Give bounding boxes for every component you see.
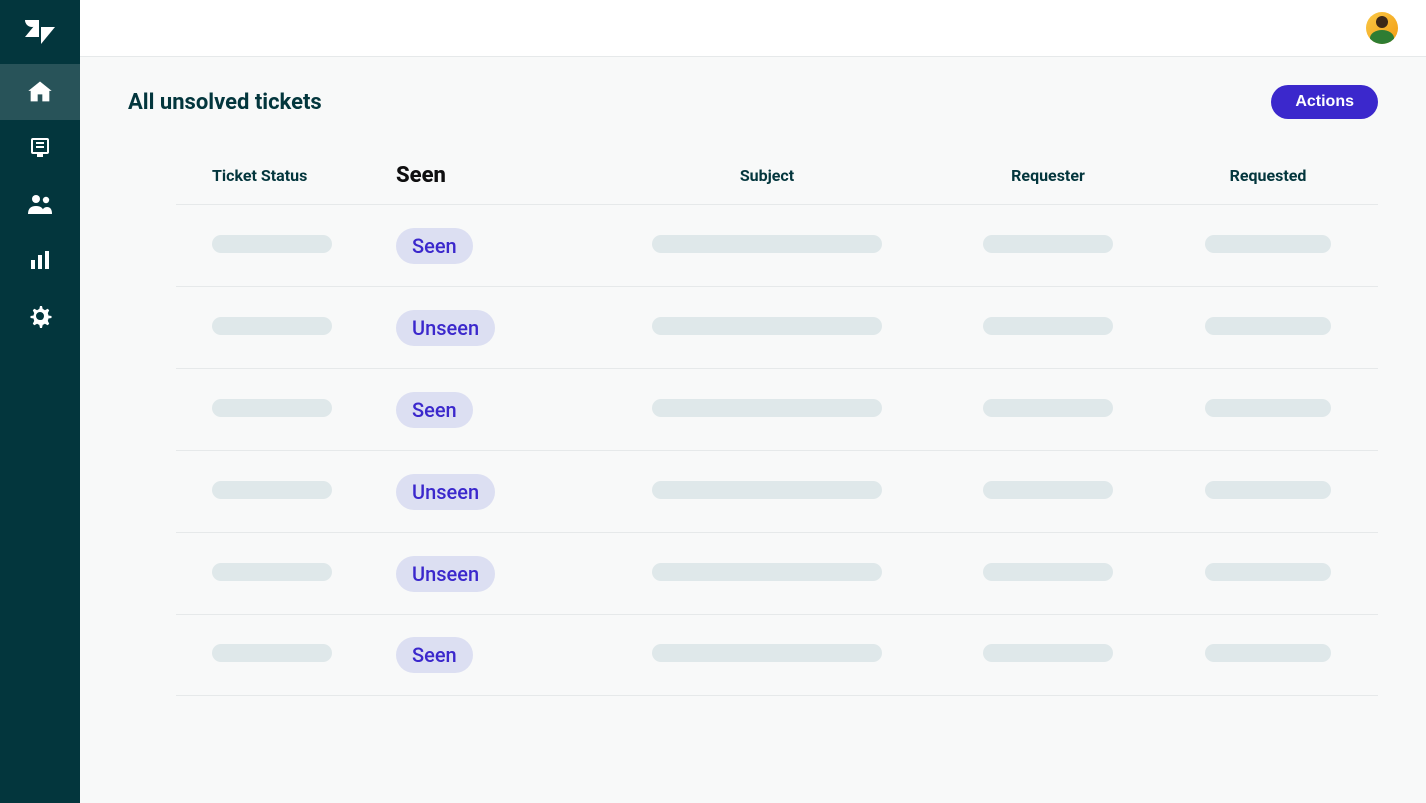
- sidebar-item-views[interactable]: [0, 120, 80, 176]
- home-icon: [26, 78, 54, 106]
- customers-icon: [26, 192, 54, 216]
- subject-placeholder: [652, 644, 882, 662]
- reporting-icon: [28, 248, 52, 272]
- table-row[interactable]: Unseen: [176, 532, 1378, 614]
- seen-pill[interactable]: Seen: [396, 228, 473, 264]
- status-placeholder: [212, 481, 332, 499]
- table-row[interactable]: Seen: [176, 614, 1378, 696]
- subject-placeholder: [652, 399, 882, 417]
- status-placeholder: [212, 317, 332, 335]
- gear-icon: [28, 304, 52, 328]
- page-title: All unsolved tickets: [128, 90, 322, 115]
- zendesk-logo[interactable]: [0, 0, 80, 64]
- page-header: All unsolved tickets Actions: [128, 85, 1378, 119]
- column-header-seen[interactable]: Seen: [396, 163, 596, 188]
- sidebar-item-customers[interactable]: [0, 176, 80, 232]
- status-placeholder: [212, 399, 332, 417]
- seen-pill[interactable]: Seen: [396, 392, 473, 428]
- requester-placeholder: [983, 317, 1113, 335]
- sidebar: [0, 0, 80, 803]
- content: All unsolved tickets Actions Ticket Stat…: [80, 57, 1426, 803]
- requested-placeholder: [1205, 235, 1331, 253]
- requested-placeholder: [1205, 317, 1331, 335]
- table-row[interactable]: Unseen: [176, 450, 1378, 532]
- seen-pill[interactable]: Unseen: [396, 474, 495, 510]
- table-header: Ticket Status Seen Subject Requester Req…: [176, 147, 1378, 204]
- subject-placeholder: [652, 235, 882, 253]
- requested-placeholder: [1205, 399, 1331, 417]
- table-row[interactable]: Unseen: [176, 286, 1378, 368]
- requester-placeholder: [983, 399, 1113, 417]
- status-placeholder: [212, 563, 332, 581]
- subject-placeholder: [652, 563, 882, 581]
- status-placeholder: [212, 644, 332, 662]
- topbar: [80, 0, 1426, 57]
- subject-placeholder: [652, 481, 882, 499]
- actions-button[interactable]: Actions: [1271, 85, 1378, 119]
- tickets-table: Ticket Status Seen Subject Requester Req…: [176, 147, 1378, 696]
- subject-placeholder: [652, 317, 882, 335]
- zendesk-logo-icon: [25, 20, 55, 44]
- seen-pill[interactable]: Unseen: [396, 310, 495, 346]
- column-header-ticket-status[interactable]: Ticket Status: [176, 166, 396, 185]
- seen-pill[interactable]: Unseen: [396, 556, 495, 592]
- column-header-requested[interactable]: Requested: [1158, 166, 1378, 185]
- requester-placeholder: [983, 481, 1113, 499]
- column-header-requester[interactable]: Requester: [938, 166, 1158, 185]
- requested-placeholder: [1205, 563, 1331, 581]
- requester-placeholder: [983, 235, 1113, 253]
- views-icon: [28, 136, 52, 160]
- avatar[interactable]: [1366, 12, 1398, 44]
- status-placeholder: [212, 235, 332, 253]
- requested-placeholder: [1205, 644, 1331, 662]
- main-area: All unsolved tickets Actions Ticket Stat…: [80, 0, 1426, 803]
- sidebar-item-admin[interactable]: [0, 288, 80, 344]
- column-header-subject[interactable]: Subject: [596, 166, 938, 185]
- requester-placeholder: [983, 563, 1113, 581]
- requested-placeholder: [1205, 481, 1331, 499]
- sidebar-item-reporting[interactable]: [0, 232, 80, 288]
- seen-pill[interactable]: Seen: [396, 637, 473, 673]
- sidebar-item-home[interactable]: [0, 64, 80, 120]
- requester-placeholder: [983, 644, 1113, 662]
- table-row[interactable]: Seen: [176, 368, 1378, 450]
- table-row[interactable]: Seen: [176, 204, 1378, 286]
